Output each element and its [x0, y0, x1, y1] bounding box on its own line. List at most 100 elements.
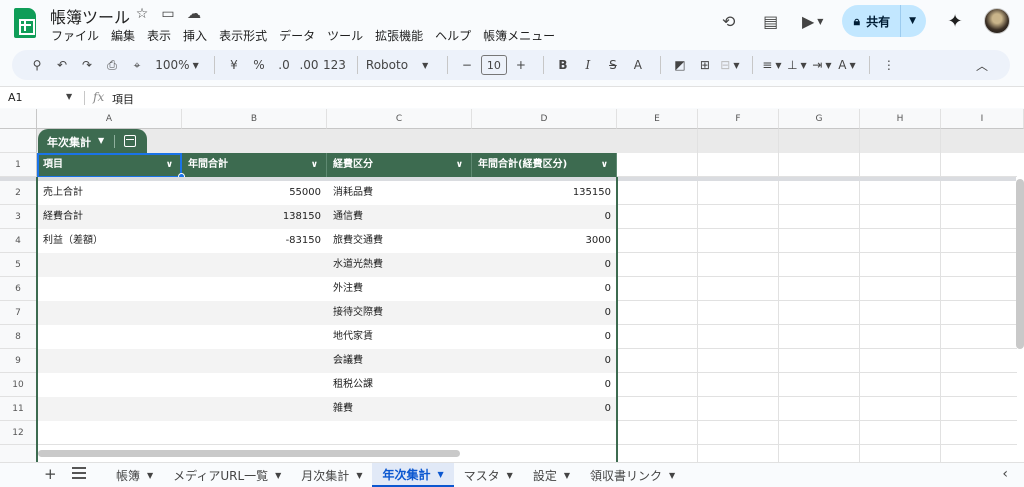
more-options-icon[interactable]: ⋮	[878, 54, 900, 76]
cell-d8[interactable]: 0	[472, 325, 617, 349]
sheet-grid[interactable]: A B C D E F G H I 年次集計 ▼ 1 項目 ∨ 年間合計 ∨ 経費区…	[0, 109, 1024, 462]
sheets-logo-icon[interactable]	[14, 8, 36, 38]
menu-edit[interactable]: 編集	[110, 26, 136, 45]
table-name-chip[interactable]: 年次集計 ▼	[38, 129, 147, 153]
star-icon[interactable]: ☆	[134, 6, 150, 22]
search-icon[interactable]: ⚲	[26, 54, 48, 76]
tab-annual-summary[interactable]: 年次集計 ▼	[372, 463, 454, 487]
menu-view[interactable]: 表示	[146, 26, 172, 45]
row-header-4[interactable]: 4	[0, 229, 37, 253]
table-header-annual-total[interactable]: 年間合計 ∨	[182, 153, 327, 177]
chevron-down-icon[interactable]: ▼	[356, 471, 362, 480]
all-sheets-icon[interactable]	[72, 467, 86, 479]
font-size-input[interactable]: 10	[480, 55, 507, 75]
font-size-decrease-button[interactable]: −	[456, 54, 478, 76]
gemini-icon[interactable]: ✦	[942, 8, 968, 34]
column-header-a[interactable]: A	[37, 109, 182, 129]
cell-a4[interactable]: 利益（差額）	[37, 229, 182, 253]
horizontal-scrollbar[interactable]	[38, 450, 460, 457]
cell-c9[interactable]: 会議費	[327, 349, 472, 373]
collapse-toolbar-icon[interactable]: ︿	[971, 54, 993, 76]
row-header-6[interactable]: 6	[0, 277, 37, 301]
font-select[interactable]: Roboto ▼	[366, 54, 436, 76]
chevron-down-icon[interactable]: ▼	[275, 471, 281, 480]
move-folder-icon[interactable]: ▭	[160, 6, 176, 22]
column-header-e[interactable]: E	[617, 109, 698, 129]
cell-d2[interactable]: 135150	[472, 181, 617, 205]
formula-input[interactable]: 項目	[112, 91, 134, 107]
cell-c6[interactable]: 外注費	[327, 277, 472, 301]
menu-insert[interactable]: 挿入	[182, 26, 208, 45]
strikethrough-button[interactable]: S	[602, 54, 624, 76]
more-formats-button[interactable]: 123	[323, 54, 346, 76]
cell-c3[interactable]: 通信費	[327, 205, 472, 229]
add-sheet-button[interactable]: +	[44, 465, 57, 483]
cell-b2[interactable]: 55000	[182, 181, 327, 205]
comments-icon[interactable]: ▤	[758, 8, 784, 34]
decrease-decimal-button[interactable]: .0	[273, 54, 295, 76]
tab-master[interactable]: マスタ ▼	[454, 463, 523, 487]
row-header-12[interactable]: 12	[0, 421, 37, 445]
menu-extensions[interactable]: 拡張機能	[374, 26, 424, 45]
cell-a3[interactable]: 経費合計	[37, 205, 182, 229]
cell-c7[interactable]: 接待交際費	[327, 301, 472, 325]
cell-d10[interactable]: 0	[472, 373, 617, 397]
share-button[interactable]: 🔒︎ 共有 ▼	[841, 5, 926, 37]
tab-settings[interactable]: 設定 ▼	[523, 463, 580, 487]
menu-format[interactable]: 表示形式	[218, 26, 268, 45]
share-dropdown-icon[interactable]: ▼	[901, 16, 926, 26]
horizontal-align-icon[interactable]: ≡ ▼	[761, 54, 783, 76]
cell-d6[interactable]: 0	[472, 277, 617, 301]
column-header-h[interactable]: H	[860, 109, 941, 129]
zoom-select[interactable]: 100% ▼	[151, 54, 203, 76]
chevron-down-icon[interactable]: ∨	[601, 153, 608, 177]
name-box[interactable]: A1	[8, 91, 23, 104]
currency-format-button[interactable]: ¥	[223, 54, 245, 76]
column-header-c[interactable]: C	[327, 109, 472, 129]
redo-icon[interactable]: ↷	[76, 54, 98, 76]
chevron-left-icon[interactable]: ‹	[1002, 466, 1008, 482]
table-header-annual-total-by-category[interactable]: 年間合計(経費区分) ∨	[472, 153, 617, 177]
select-all-corner[interactable]	[0, 109, 37, 129]
chevron-down-icon[interactable]: ▼	[564, 471, 570, 480]
share-main[interactable]: 🔒︎ 共有	[842, 5, 902, 37]
row-header-7[interactable]: 7	[0, 301, 37, 325]
italic-button[interactable]: I	[577, 54, 599, 76]
menu-ledger[interactable]: 帳簿メニュー	[482, 26, 556, 45]
borders-icon[interactable]: ⊞	[694, 54, 716, 76]
paint-format-icon[interactable]: ⌖	[126, 54, 148, 76]
percent-format-button[interactable]: %	[248, 54, 270, 76]
row-header-13[interactable]	[0, 445, 37, 462]
menu-file[interactable]: ファイル	[50, 26, 100, 45]
tab-monthly-summary[interactable]: 月次集計 ▼	[291, 463, 372, 487]
text-wrap-icon[interactable]: ⇥ ▼	[811, 54, 833, 76]
cloud-status-icon[interactable]: ☁	[186, 6, 202, 22]
tab-ledger[interactable]: 帳簿 ▼	[106, 463, 163, 487]
menu-tools[interactable]: ツール	[326, 26, 364, 45]
cell-d3[interactable]: 0	[472, 205, 617, 229]
meet-icon[interactable]: ▶ ▼	[800, 8, 826, 34]
text-rotate-icon[interactable]: A ▼	[836, 54, 858, 76]
font-size-increase-button[interactable]: +	[510, 54, 532, 76]
column-header-d[interactable]: D	[472, 109, 617, 129]
cell-c5[interactable]: 水道光熱費	[327, 253, 472, 277]
row-header-8[interactable]: 8	[0, 325, 37, 349]
vertical-scrollbar[interactable]	[1016, 179, 1024, 349]
menu-help[interactable]: ヘルプ	[434, 26, 472, 45]
cell-b3[interactable]: 138150	[182, 205, 327, 229]
cell-b4[interactable]: -83150	[182, 229, 327, 253]
row-header-1[interactable]: 1	[0, 153, 37, 177]
column-header-i[interactable]: I	[941, 109, 1024, 129]
chevron-down-icon[interactable]: ▼	[437, 470, 443, 479]
document-title[interactable]: 帳簿ツール	[50, 4, 130, 28]
cell-c4[interactable]: 旅費交通費	[327, 229, 472, 253]
cell-d7[interactable]: 0	[472, 301, 617, 325]
chevron-down-icon[interactable]: ∨	[311, 153, 318, 177]
history-icon[interactable]: ⟲	[716, 8, 742, 34]
chevron-down-icon[interactable]: ▼	[98, 136, 104, 145]
chevron-down-icon[interactable]: ▼	[147, 471, 153, 480]
cell-d9[interactable]: 0	[472, 349, 617, 373]
table-view-icon[interactable]	[124, 135, 136, 147]
print-icon[interactable]: ⎙	[101, 54, 123, 76]
bold-button[interactable]: B	[552, 54, 574, 76]
